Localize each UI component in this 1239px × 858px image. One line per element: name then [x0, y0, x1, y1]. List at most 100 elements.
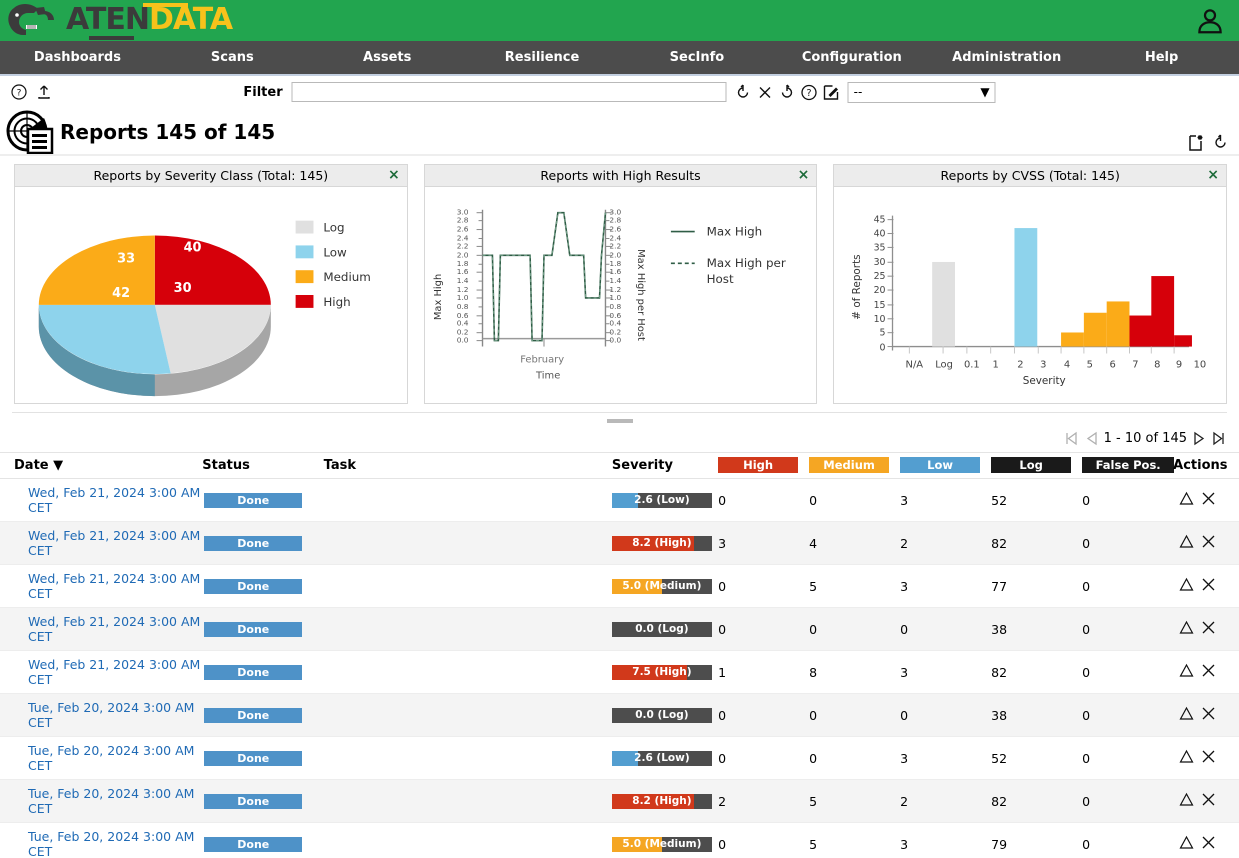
- severity-bar[interactable]: 2.6 (Low): [612, 493, 712, 508]
- column-header-medium[interactable]: Medium: [809, 453, 900, 479]
- chip-false-pos[interactable]: False Pos.: [1082, 457, 1174, 473]
- svg-text:0.0: 0.0: [609, 336, 621, 345]
- severity-bar[interactable]: 8.2 (High): [612, 794, 712, 809]
- report-date-link[interactable]: Wed, Feb 21, 2024 3:00 AM CET: [14, 571, 202, 601]
- chip-medium[interactable]: Medium: [809, 457, 889, 473]
- report-date-link[interactable]: Wed, Feb 21, 2024 3:00 AM CET: [14, 614, 202, 644]
- nav-item-assets[interactable]: Assets: [310, 50, 465, 65]
- status-badge[interactable]: Done: [204, 622, 302, 637]
- severity-bar[interactable]: 2.6 (Low): [612, 751, 712, 766]
- refresh-dashboard-icon[interactable]: [1212, 134, 1229, 151]
- delete-icon[interactable]: [1201, 663, 1216, 681]
- table-row[interactable]: Wed, Feb 21, 2024 3:00 AM CETDone 0.0 (Lo…: [0, 608, 1239, 651]
- new-dashboard-icon[interactable]: [1188, 134, 1204, 151]
- delete-icon[interactable]: [1201, 792, 1216, 810]
- table-row[interactable]: Tue, Feb 20, 2024 3:00 AM CETDone 2.6 (Lo…: [0, 737, 1239, 780]
- delete-icon[interactable]: [1201, 534, 1216, 552]
- severity-bar[interactable]: 5.0 (Medium): [612, 837, 712, 852]
- close-icon[interactable]: ×: [388, 167, 400, 183]
- report-date-link[interactable]: Tue, Feb 20, 2024 3:00 AM CET: [14, 743, 202, 773]
- status-badge[interactable]: Done: [204, 579, 302, 594]
- user-icon[interactable]: [1195, 6, 1225, 36]
- last-page-icon[interactable]: [1210, 430, 1227, 447]
- delta-icon[interactable]: [1179, 534, 1194, 552]
- delete-icon[interactable]: [1201, 835, 1216, 853]
- status-badge[interactable]: Done: [204, 794, 302, 809]
- nav-item-dashboards[interactable]: Dashboards: [0, 50, 155, 65]
- nav-item-administration[interactable]: Administration: [929, 50, 1084, 65]
- xtick-8: 8: [1154, 359, 1160, 370]
- filter-input[interactable]: [292, 82, 727, 102]
- report-date-link[interactable]: Tue, Feb 20, 2024 3:00 AM CET: [14, 829, 202, 858]
- delta-icon[interactable]: [1179, 577, 1194, 595]
- table-row[interactable]: Tue, Feb 20, 2024 3:00 AM CETDone 8.2 (Hi…: [0, 780, 1239, 823]
- delete-icon[interactable]: [1201, 706, 1216, 724]
- delta-icon[interactable]: [1179, 749, 1194, 767]
- undo-icon[interactable]: [779, 84, 796, 101]
- delta-icon[interactable]: [1179, 491, 1194, 509]
- column-header-task[interactable]: Task: [324, 453, 612, 479]
- delta-icon[interactable]: [1179, 835, 1194, 853]
- column-header-status[interactable]: Status: [202, 453, 323, 479]
- delete-icon[interactable]: [1201, 491, 1216, 509]
- table-row[interactable]: Wed, Feb 21, 2024 3:00 AM CETDone 2.6 (Lo…: [0, 479, 1239, 522]
- severity-bar[interactable]: 8.2 (High): [612, 536, 712, 551]
- edit-icon[interactable]: [823, 84, 840, 101]
- refresh-icon[interactable]: [735, 84, 752, 101]
- close-icon[interactable]: ×: [1207, 167, 1219, 183]
- delta-icon[interactable]: [1179, 792, 1194, 810]
- previous-page-icon[interactable]: [1083, 430, 1100, 447]
- severity-bar[interactable]: 0.0 (Log): [612, 708, 712, 723]
- delta-icon[interactable]: [1179, 663, 1194, 681]
- chip-high[interactable]: High: [718, 457, 798, 473]
- column-header-low[interactable]: Low: [900, 453, 991, 479]
- table-row[interactable]: Wed, Feb 21, 2024 3:00 AM CETDone 7.5 (Hi…: [0, 651, 1239, 694]
- column-header-false-pos[interactable]: False Pos.: [1082, 453, 1173, 479]
- column-header-log[interactable]: Log: [991, 453, 1082, 479]
- nav-item-configuration[interactable]: Configuration: [774, 50, 929, 65]
- reset-icon[interactable]: [757, 84, 774, 101]
- svg-text:20: 20: [874, 285, 886, 296]
- status-badge[interactable]: Done: [204, 665, 302, 680]
- table-row[interactable]: Wed, Feb 21, 2024 3:00 AM CETDone 5.0 (Me…: [0, 565, 1239, 608]
- svg-text:0.0: 0.0: [456, 336, 468, 345]
- delta-icon[interactable]: [1179, 620, 1194, 638]
- delete-icon[interactable]: [1201, 577, 1216, 595]
- report-date-link[interactable]: Tue, Feb 20, 2024 3:00 AM CET: [14, 786, 202, 816]
- filter-preset-select[interactable]: -- ▼: [848, 82, 996, 103]
- help-icon[interactable]: ?: [801, 84, 818, 101]
- severity-bar[interactable]: 0.0 (Log): [612, 622, 712, 637]
- delta-icon[interactable]: [1179, 706, 1194, 724]
- column-header-severity[interactable]: Severity: [612, 453, 718, 479]
- nav-item-scans[interactable]: Scans: [155, 50, 310, 65]
- report-date-link[interactable]: Wed, Feb 21, 2024 3:00 AM CET: [14, 657, 202, 687]
- table-row[interactable]: Tue, Feb 20, 2024 3:00 AM CETDone 0.0 (Lo…: [0, 694, 1239, 737]
- dashboard-resize-handle[interactable]: [12, 412, 1227, 426]
- status-badge[interactable]: Done: [204, 536, 302, 551]
- severity-bar[interactable]: 5.0 (Medium): [612, 579, 712, 594]
- close-icon[interactable]: ×: [798, 167, 810, 183]
- table-row[interactable]: Wed, Feb 21, 2024 3:00 AM CETDone 8.2 (Hi…: [0, 522, 1239, 565]
- first-page-icon[interactable]: [1064, 430, 1081, 447]
- status-badge[interactable]: Done: [204, 493, 302, 508]
- table-row[interactable]: Tue, Feb 20, 2024 3:00 AM CETDone 5.0 (Me…: [0, 823, 1239, 858]
- nav-item-help[interactable]: Help: [1084, 50, 1239, 65]
- column-header-high[interactable]: High: [718, 453, 809, 479]
- nav-item-resilience[interactable]: Resilience: [465, 50, 620, 65]
- nav-item-secinfo[interactable]: SecInfo: [620, 50, 775, 65]
- report-date-link[interactable]: Wed, Feb 21, 2024 3:00 AM CET: [14, 485, 202, 515]
- report-date-link[interactable]: Tue, Feb 20, 2024 3:00 AM CET: [14, 700, 202, 730]
- status-badge[interactable]: Done: [204, 751, 302, 766]
- report-date-link[interactable]: Wed, Feb 21, 2024 3:00 AM CET: [14, 528, 202, 558]
- next-page-icon[interactable]: [1191, 430, 1208, 447]
- delete-icon[interactable]: [1201, 620, 1216, 638]
- severity-bar[interactable]: 7.5 (High): [612, 665, 712, 680]
- resize-grip-icon[interactable]: [607, 419, 633, 423]
- column-header-date[interactable]: Date ▼: [0, 453, 202, 479]
- chip-low[interactable]: Low: [900, 457, 980, 473]
- delete-icon[interactable]: [1201, 749, 1216, 767]
- status-badge[interactable]: Done: [204, 837, 302, 852]
- brand-logo-area[interactable]: ATENDATA: [4, 2, 232, 40]
- chip-log[interactable]: Log: [991, 457, 1071, 473]
- status-badge[interactable]: Done: [204, 708, 302, 723]
